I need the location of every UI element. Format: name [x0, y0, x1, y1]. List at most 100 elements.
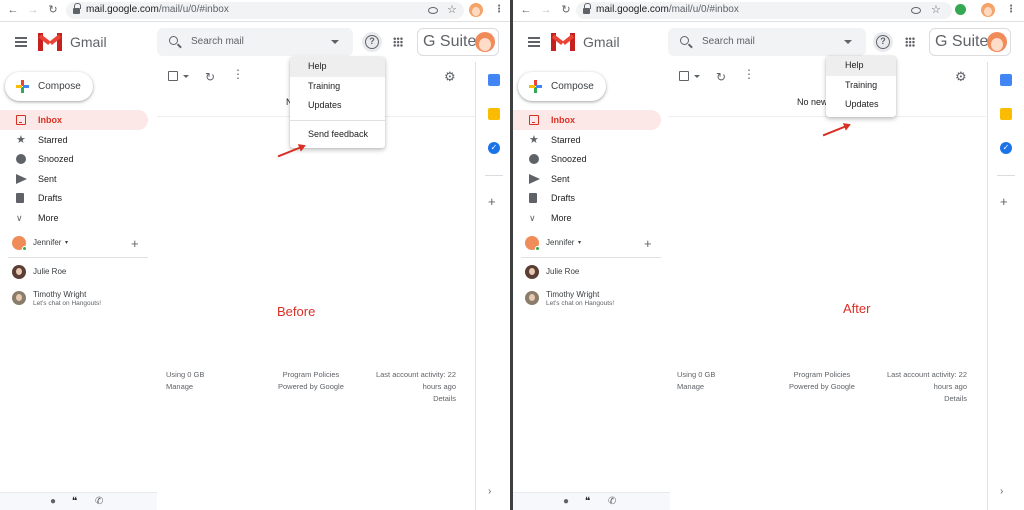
- help-menu-item-updates[interactable]: Updates: [290, 96, 385, 116]
- eye-icon[interactable]: [428, 7, 438, 14]
- profile-avatar[interactable]: [981, 3, 995, 17]
- help-menu-item-updates[interactable]: Updates: [826, 95, 896, 115]
- nav-item-more[interactable]: ∨ More: [0, 208, 148, 228]
- expand-panel-icon[interactable]: ›: [488, 486, 491, 497]
- add-addon-icon[interactable]: +: [1000, 194, 1008, 209]
- refresh-icon[interactable]: ↻: [716, 70, 726, 84]
- search-bar[interactable]: Search mail: [157, 28, 353, 56]
- chevron-down-icon[interactable]: ▾: [65, 239, 68, 246]
- help-menu-item-training[interactable]: Training: [290, 77, 385, 97]
- browser-menu-icon[interactable]: ⋮: [1006, 3, 1016, 17]
- apps-grid-icon[interactable]: [393, 37, 403, 47]
- gmail-logo-icon[interactable]: [551, 33, 575, 51]
- help-button[interactable]: ?: [362, 32, 382, 52]
- keep-icon[interactable]: [488, 108, 500, 120]
- tasks-icon[interactable]: ✓: [488, 142, 500, 154]
- calendar-icon[interactable]: [488, 74, 500, 86]
- refresh-icon[interactable]: ↻: [205, 70, 215, 84]
- gmail-wordmark[interactable]: Gmail: [70, 34, 107, 50]
- add-contact-icon[interactable]: +: [644, 236, 652, 251]
- search-options-icon[interactable]: [331, 40, 339, 44]
- browser-menu-icon[interactable]: ⋮: [494, 3, 504, 17]
- keep-icon[interactable]: [1000, 108, 1012, 120]
- select-options-icon[interactable]: [183, 75, 189, 78]
- nav-item-snoozed[interactable]: Snoozed: [0, 149, 148, 169]
- divider: [8, 257, 148, 258]
- reload-icon[interactable]: ↻: [46, 3, 60, 17]
- profile-avatar[interactable]: [469, 3, 483, 17]
- gmail-logo-icon[interactable]: [38, 33, 62, 51]
- person-icon[interactable]: ●: [50, 496, 56, 507]
- reload-icon[interactable]: ↻: [559, 3, 573, 17]
- more-options-icon[interactable]: ⋮: [232, 68, 244, 80]
- chevron-down-icon[interactable]: ▾: [578, 239, 581, 246]
- gmail-wordmark[interactable]: Gmail: [583, 34, 620, 50]
- address-bar[interactable]: mail.google.com/mail/u/0/#inbox: [576, 2, 952, 19]
- apps-grid-icon[interactable]: [905, 37, 915, 47]
- gsuite-account-button[interactable]: G Suite: [417, 28, 499, 56]
- back-icon[interactable]: ←: [519, 3, 533, 17]
- nav-item-inbox[interactable]: Inbox: [0, 110, 148, 130]
- program-policies-link[interactable]: Program Policies: [789, 369, 855, 381]
- search-bar[interactable]: Search mail: [668, 28, 866, 56]
- phone-icon[interactable]: ✆: [608, 496, 616, 507]
- nav-item-starred[interactable]: ★ Starred: [0, 130, 148, 150]
- gsuite-account-button[interactable]: G Suite: [929, 28, 1011, 56]
- search-options-icon[interactable]: [844, 40, 852, 44]
- select-options-icon[interactable]: [694, 75, 700, 78]
- nav-item-drafts[interactable]: Drafts: [0, 188, 148, 208]
- account-avatar[interactable]: [987, 32, 1007, 52]
- compose-button[interactable]: Compose: [518, 72, 606, 101]
- person-icon[interactable]: ●: [563, 496, 569, 507]
- settings-gear-icon[interactable]: ⚙: [444, 69, 456, 85]
- select-all-checkbox[interactable]: [168, 71, 178, 81]
- nav-item-drafts[interactable]: Drafts: [513, 188, 661, 208]
- calendar-icon[interactable]: [1000, 74, 1012, 86]
- help-menu-item-help[interactable]: Help: [290, 57, 385, 77]
- add-addon-icon[interactable]: +: [488, 194, 496, 209]
- main-menu-icon[interactable]: [528, 37, 540, 47]
- nav-item-sent[interactable]: Sent: [0, 169, 148, 189]
- search-input[interactable]: Search mail: [702, 36, 755, 47]
- nav-item-sent[interactable]: Sent: [513, 169, 661, 189]
- activity-text: hours ago: [933, 382, 967, 391]
- help-menu-item-help[interactable]: Help: [826, 56, 896, 76]
- nav-item-starred[interactable]: ★ Starred: [513, 130, 661, 150]
- manage-link[interactable]: Manage: [166, 381, 204, 393]
- expand-panel-icon[interactable]: ›: [1000, 486, 1003, 497]
- compose-button[interactable]: Compose: [5, 72, 93, 101]
- avatar: [525, 265, 539, 279]
- forward-icon[interactable]: →: [539, 3, 553, 17]
- nav-item-snoozed[interactable]: Snoozed: [513, 149, 661, 169]
- search-icon[interactable]: [169, 36, 178, 45]
- bookmark-star-icon[interactable]: ☆: [447, 3, 457, 17]
- help-button[interactable]: ?: [873, 32, 893, 52]
- eye-icon[interactable]: [911, 7, 921, 14]
- help-menu-item-training[interactable]: Training: [826, 76, 896, 96]
- nav-item-inbox[interactable]: Inbox: [513, 110, 661, 130]
- account-avatar[interactable]: [475, 32, 495, 52]
- details-link[interactable]: Details: [882, 393, 967, 405]
- more-options-icon[interactable]: ⋮: [743, 68, 755, 80]
- main-menu-icon[interactable]: [15, 37, 27, 47]
- search-input[interactable]: Search mail: [191, 36, 244, 47]
- manage-link[interactable]: Manage: [677, 381, 715, 393]
- settings-gear-icon[interactable]: ⚙: [955, 69, 967, 85]
- extension-icon[interactable]: [955, 4, 966, 15]
- forward-icon[interactable]: →: [26, 3, 40, 17]
- tasks-icon[interactable]: ✓: [1000, 142, 1012, 154]
- back-icon[interactable]: ←: [6, 3, 20, 17]
- add-contact-icon[interactable]: +: [131, 236, 139, 251]
- hangouts-bottom-bar: ● ❝ ✆: [513, 492, 670, 510]
- bookmark-star-icon[interactable]: ☆: [931, 3, 941, 17]
- phone-icon[interactable]: ✆: [95, 496, 103, 507]
- select-all-checkbox[interactable]: [679, 71, 689, 81]
- address-bar[interactable]: mail.google.com/mail/u/0/#inbox: [66, 2, 464, 19]
- details-link[interactable]: Details: [371, 393, 456, 405]
- program-policies-link[interactable]: Program Policies: [278, 369, 344, 381]
- hangouts-icon[interactable]: ❝: [585, 496, 590, 507]
- search-icon[interactable]: [680, 36, 689, 45]
- hangouts-icon[interactable]: ❝: [72, 496, 77, 507]
- storage-info: Using 0 GB Manage: [166, 369, 204, 393]
- nav-item-more[interactable]: ∨ More: [513, 208, 661, 228]
